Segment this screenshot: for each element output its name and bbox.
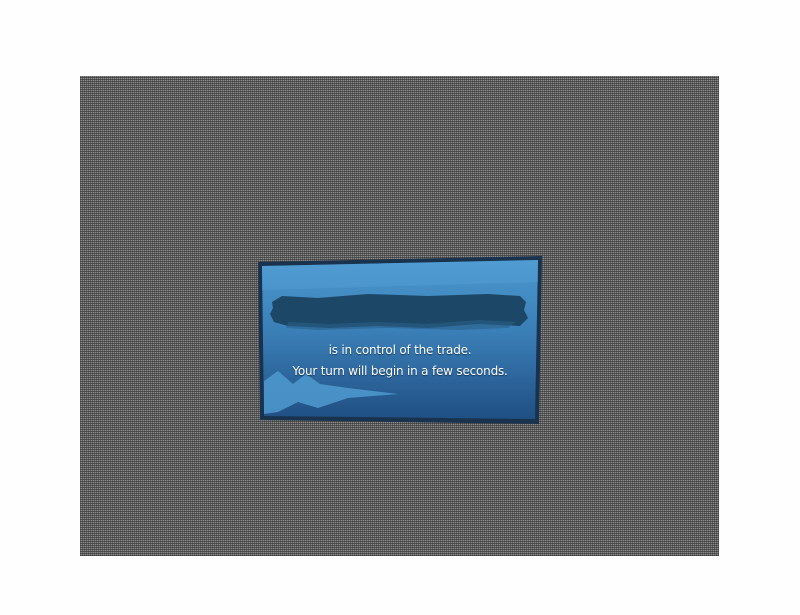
game-screen-overlay: is in control of the trade. Your turn wi… — [80, 76, 719, 556]
trade-message: is in control of the trade. Your turn wi… — [258, 340, 542, 382]
turn-countdown-text: Your turn will begin in a few seconds. — [292, 364, 508, 378]
trade-control-dialog: is in control of the trade. Your turn wi… — [258, 256, 542, 424]
control-status-text: is in control of the trade. — [328, 343, 472, 357]
player-name-label — [270, 294, 528, 328]
